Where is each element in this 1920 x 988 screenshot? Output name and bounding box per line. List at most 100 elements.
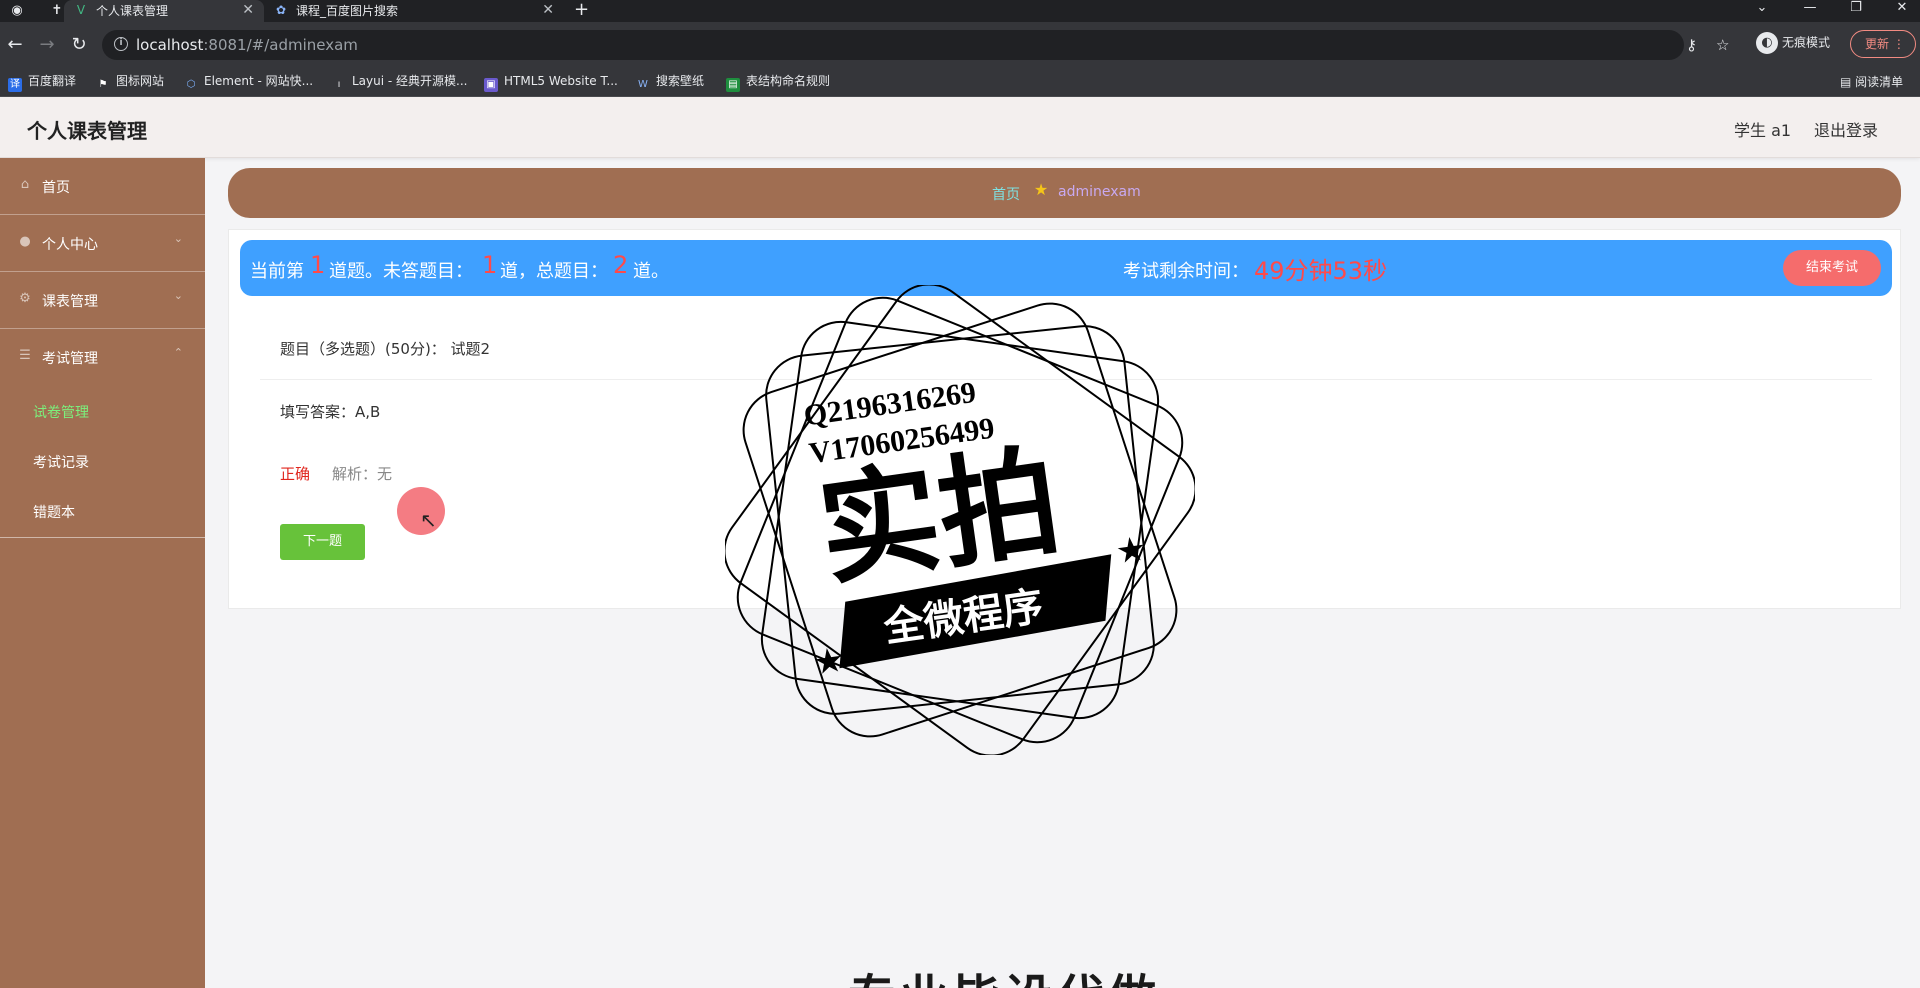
star-icon: ★: [1113, 529, 1149, 573]
layui-icon: ı: [337, 79, 341, 90]
reload-icon[interactable]: ↻: [68, 34, 90, 55]
bookmark-item[interactable]: W 搜索壁纸: [636, 73, 704, 92]
browser-tab-strip: ◉ ✝ V 个人课表管理 ✕ ✿ 课程_百度图片搜索 ✕ + ⌄ — ❐ ✕: [0, 0, 1920, 22]
breadcrumb: 首页 ★ adminexam: [228, 168, 1901, 218]
tab-title: 个人课表管理: [96, 4, 169, 18]
breadcrumb-current: adminexam: [1058, 184, 1141, 200]
sidebar-subitem-records[interactable]: 考试记录: [0, 436, 205, 486]
address-bar[interactable]: i localhost:8081/#/adminexam ⚷ ☆: [102, 30, 1729, 60]
sidebar-subitem-label: 错题本: [33, 505, 75, 521]
star-icon: ★: [811, 640, 847, 684]
status-suffix: 道。: [633, 261, 669, 282]
bookmark-item[interactable]: ı Layui - 经典开源模...: [332, 73, 468, 92]
chevron-down-icon[interactable]: ⌄: [1752, 0, 1772, 15]
app-header: 个人课表管理 学生 a1 退出登录: [0, 97, 1920, 158]
sidebar-item-schedule[interactable]: ⚙ 课表管理 ⌄: [0, 272, 205, 329]
sidebar-subitem-paper[interactable]: 试卷管理: [0, 386, 205, 436]
url-host: localhost: [136, 36, 204, 54]
bookmark-label: Layui - 经典开源模...: [352, 74, 468, 88]
bookmark-item[interactable]: ▤ 表结构命名规则: [726, 73, 830, 92]
chevron-down-icon: ⌄: [173, 232, 183, 245]
wallpaper-icon: W: [638, 79, 648, 90]
bookmark-label: 表结构命名规则: [746, 74, 831, 88]
bookmark-label: 百度翻译: [28, 74, 77, 88]
url-text[interactable]: localhost:8081/#/adminexam: [136, 36, 358, 54]
breadcrumb-home[interactable]: 首页: [992, 184, 1020, 204]
window-close-icon[interactable]: ✕: [1892, 0, 1912, 15]
globe-icon[interactable]: ◉: [8, 2, 26, 20]
sidebar-item-home[interactable]: ⌂ 首页: [0, 158, 205, 215]
bookmark-label: HTML5 Website T...: [504, 74, 618, 88]
bookmark-label: Element - 网站快...: [204, 74, 314, 88]
new-tab-button[interactable]: +: [574, 0, 589, 20]
sidebar-item-profile[interactable]: ● 个人中心 ⌄: [0, 215, 205, 272]
total-count: 2: [613, 251, 629, 279]
close-icon[interactable]: ✕: [542, 0, 554, 20]
more-icon: ⋮: [1892, 37, 1905, 51]
sidebar-item-label: 课表管理: [42, 294, 98, 310]
answer-text: 填写答案：A,B: [280, 403, 381, 421]
browser-toolbar: ← → ↻ i localhost:8081/#/adminexam ⚷ ☆ ◐…: [0, 22, 1920, 68]
logout-button[interactable]: 退出登录: [1814, 117, 1878, 141]
reading-list-label: 阅读清单: [1855, 75, 1904, 89]
incognito-label: 无痕模式: [1782, 35, 1831, 50]
reading-list[interactable]: ▤ 阅读清单: [1840, 73, 1903, 90]
user-icon: ●: [19, 234, 31, 249]
vue-logo-icon: V: [76, 3, 86, 17]
incognito-icon: ◐: [1756, 32, 1778, 54]
user-name: 学生 a1: [1734, 121, 1792, 140]
star-icon[interactable]: ☆: [1716, 36, 1729, 54]
time-label: 考试剩余时间：: [1123, 261, 1249, 282]
status-mid2: 道，总题目：: [500, 261, 608, 282]
bookmark-item[interactable]: ⬡ Element - 网站快...: [184, 73, 313, 92]
close-icon[interactable]: ✕: [242, 0, 254, 20]
bookmark-item[interactable]: 译百度翻译: [8, 73, 76, 92]
bookmark-label: 搜索壁纸: [656, 74, 705, 88]
back-icon[interactable]: ←: [4, 34, 26, 55]
time-remaining: 49分钟53秒: [1254, 257, 1388, 285]
sheet-icon: ▤: [726, 78, 740, 92]
schedule-icon: ⚙: [19, 291, 31, 306]
end-exam-button[interactable]: 结束考试: [1783, 250, 1881, 286]
status-mid: 道题。未答题目：: [329, 261, 473, 282]
watermark-stamp: Q2196316269 V17060256499 实拍 全微程序 ★ ★: [725, 285, 1195, 755]
update-button[interactable]: 更新 ⋮: [1850, 30, 1916, 58]
baidu-paw-icon: ✿: [275, 3, 287, 17]
update-label: 更新: [1865, 37, 1890, 51]
bookmark-item[interactable]: ▣ HTML5 Website T...: [484, 73, 618, 92]
sidebar-subitem-label: 试卷管理: [33, 405, 89, 421]
html5-icon: ▣: [484, 78, 498, 92]
incognito-indicator[interactable]: ◐ 无痕模式: [1756, 32, 1830, 54]
home-icon: ⌂: [20, 177, 30, 192]
analysis-text: 解析：无: [332, 465, 393, 483]
minimize-icon[interactable]: —: [1800, 0, 1820, 15]
restore-icon[interactable]: ❐: [1846, 0, 1866, 15]
url-path: :8081/#/adminexam: [203, 36, 358, 54]
chevron-up-icon: ⌃: [173, 346, 183, 359]
unanswered-count: 1: [482, 251, 498, 279]
next-question-button[interactable]: 下一题: [280, 524, 365, 560]
element-icon: ⬡: [186, 79, 196, 90]
tab-active[interactable]: V 个人课表管理 ✕: [64, 0, 264, 22]
tab-inactive[interactable]: ✿ 课程_百度图片搜索 ✕: [264, 0, 564, 22]
forward-icon[interactable]: →: [36, 34, 58, 55]
bookmark-label: 图标网站: [116, 74, 165, 88]
bookmarks-bar: 译百度翻译 ⚑ 图标网站 ⬡ Element - 网站快... ı Layui - 经…: [0, 68, 1920, 97]
tab-title: 课程_百度图片搜索: [296, 4, 399, 18]
app-title: 个人课表管理: [27, 119, 147, 143]
cursor-icon: ↖: [420, 508, 437, 532]
info-icon[interactable]: i: [114, 37, 128, 51]
exam-icon: ☰: [19, 348, 31, 363]
sidebar-item-label: 首页: [42, 180, 70, 196]
sidebar-item-exam[interactable]: ☰ 考试管理 ⌃: [0, 329, 205, 386]
chevron-down-icon: ⌄: [173, 289, 183, 302]
sidebar-item-label: 考试管理: [42, 351, 98, 367]
sidebar: ⌂ 首页 ● 个人中心 ⌄ ⚙ 课表管理 ⌄ ☰ 考试管理 ⌃ 试卷管理 考试记…: [0, 158, 205, 988]
bookmark-item[interactable]: ⚑ 图标网站: [96, 73, 165, 92]
sidebar-item-label: 个人中心: [42, 237, 98, 253]
sidebar-subitem-label: 考试记录: [33, 455, 89, 471]
key-icon[interactable]: ⚷: [1686, 36, 1697, 54]
translate-icon: 译: [8, 78, 22, 92]
sidebar-subitem-mistakes[interactable]: 错题本: [0, 486, 205, 536]
result-text: 正确: [280, 465, 311, 483]
